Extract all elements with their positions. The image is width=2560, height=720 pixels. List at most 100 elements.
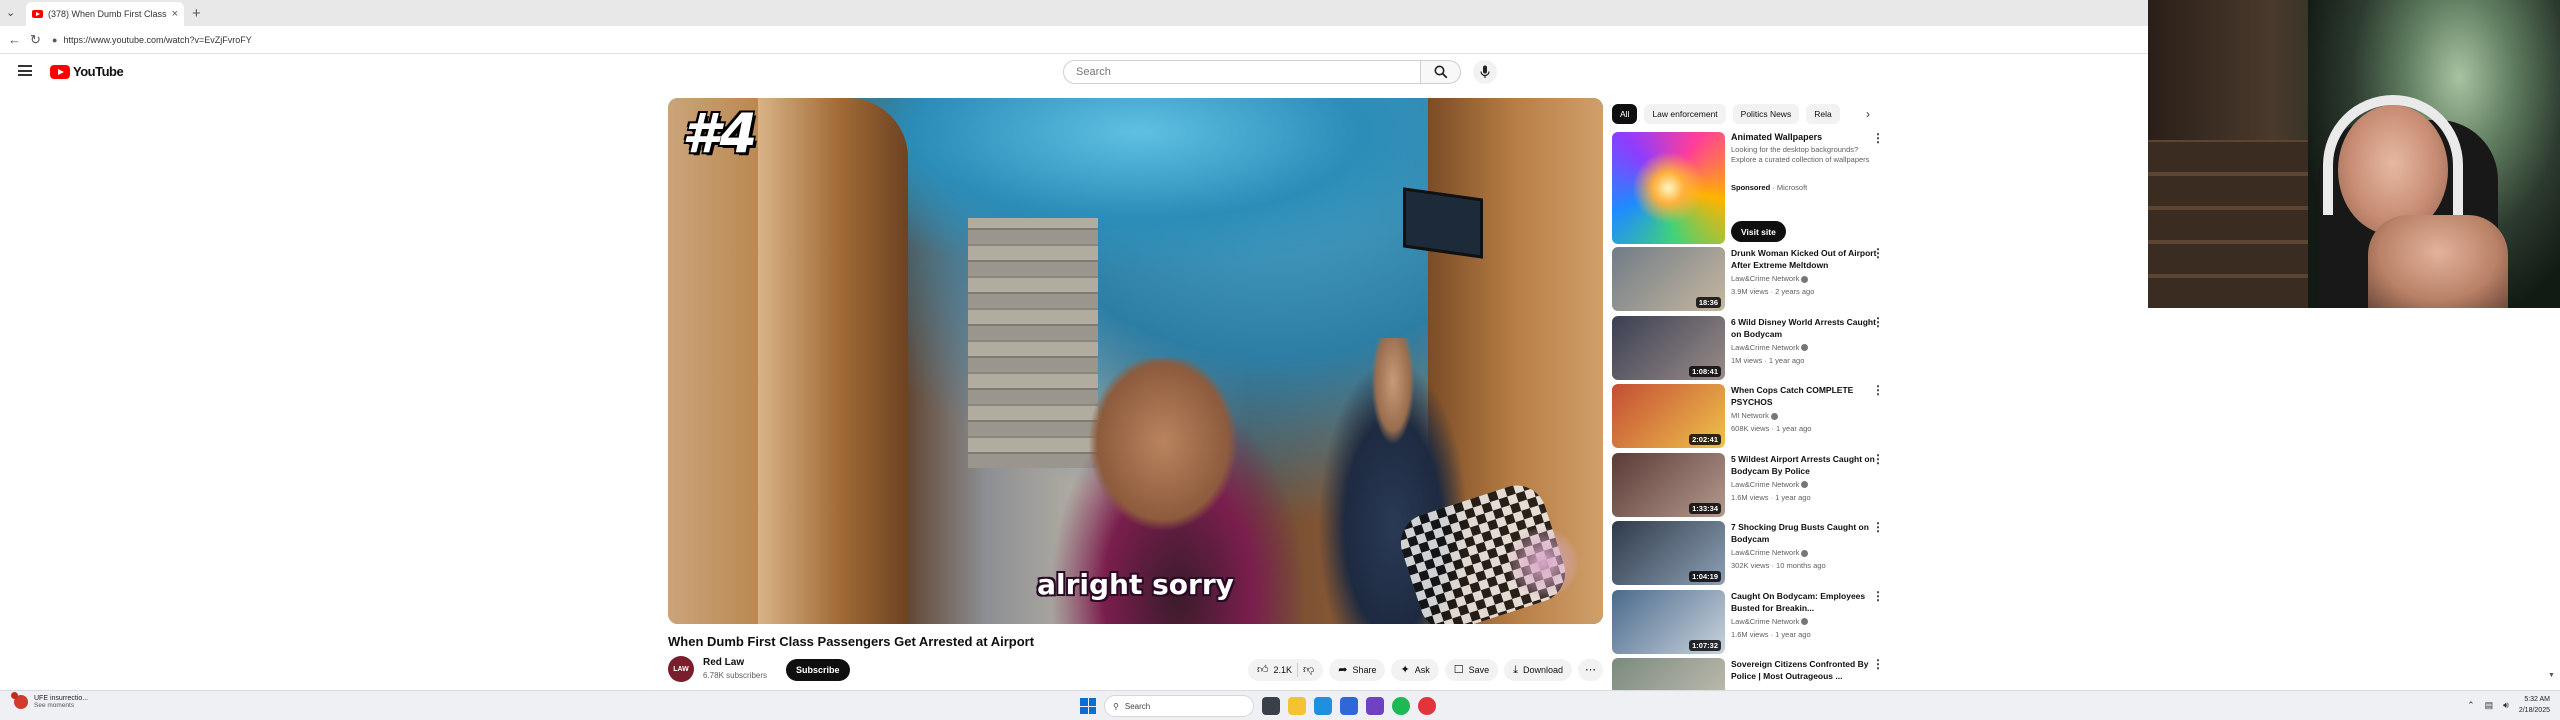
- thumbs-up-icon[interactable]: 👍︎: [1257, 664, 1269, 676]
- reload-icon[interactable]: ↻: [30, 32, 41, 48]
- recommended-video[interactable]: 1:33:34 5 Wildest Airport Arrests Caught …: [1612, 452, 1892, 517]
- url-field[interactable]: ● https://www.youtube.com/watch?v=EvZjFv…: [52, 31, 1452, 49]
- channel-text: Law&Crime Network: [1731, 548, 1800, 557]
- taskbar-apps: ⚲ Search: [1080, 695, 1436, 717]
- more-options-icon[interactable]: ⋮: [1872, 453, 1884, 465]
- chip-all[interactable]: All: [1612, 104, 1638, 124]
- windows-start-icon[interactable]: [1080, 698, 1096, 714]
- search-button[interactable]: [1421, 60, 1461, 84]
- video-thumbnail[interactable]: 1:33:34: [1612, 452, 1725, 517]
- more-options-icon[interactable]: ⋮: [1872, 658, 1884, 670]
- tray-overflow-chevron-icon[interactable]: ⌃: [2467, 700, 2475, 711]
- recommended-video[interactable]: 18:36 Drunk Woman Kicked Out of Airport A…: [1612, 247, 1892, 311]
- thumbs-down-icon[interactable]: 👎︎: [1303, 664, 1314, 676]
- channel-name[interactable]: Red Law: [703, 657, 744, 668]
- more-options-icon[interactable]: ⋮: [1872, 521, 1884, 533]
- weather-widget[interactable]: UFE insurrectio... See moments: [11, 692, 89, 709]
- video-player[interactable]: #4 alright sorry: [668, 98, 1603, 624]
- video-duration: 1:08:41: [1689, 365, 1721, 377]
- site-info-icon[interactable]: ●: [52, 35, 57, 45]
- share-label: Share: [1352, 665, 1377, 675]
- subscriber-count: 6.78K subscribers: [703, 671, 768, 680]
- taskbar-search[interactable]: ⚲ Search: [1104, 695, 1254, 717]
- recommended-video[interactable]: 1:08:41 6 Wild Disney World Arrests Caugh…: [1612, 315, 1892, 380]
- widget-subline: See moments: [34, 702, 75, 709]
- app-icon-purple[interactable]: [1366, 697, 1384, 715]
- more-options-icon[interactable]: ⋮: [1872, 590, 1884, 602]
- close-tab-icon[interactable]: ×: [172, 8, 178, 20]
- network-icon[interactable]: ▤: [2485, 700, 2494, 711]
- tab-list-chevron-icon[interactable]: ⌄: [6, 6, 20, 20]
- browser-tab-active[interactable]: (378) When Dumb First Class ×: [26, 2, 184, 26]
- more-actions-button[interactable]: ⋯: [1578, 659, 1603, 681]
- chip-related[interactable]: Rela: [1806, 104, 1840, 124]
- recommended-video-title[interactable]: Caught On Bodycam: Employees Busted for …: [1731, 590, 1881, 614]
- visit-site-button[interactable]: Visit site: [1731, 221, 1786, 242]
- clock-time: 5:32 AM: [2524, 696, 2550, 703]
- more-options-icon[interactable]: ⋮: [1872, 247, 1884, 259]
- app-icon-red[interactable]: [1418, 697, 1436, 715]
- ask-button[interactable]: ✦ Ask: [1391, 659, 1439, 681]
- save-button[interactable]: ☐ Save: [1444, 659, 1499, 681]
- recommended-video-title[interactable]: 5 Wildest Airport Arrests Caught on Body…: [1731, 453, 1881, 477]
- recommended-video[interactable]: 1:07:32 Caught On Bodycam: Employees Bust…: [1612, 589, 1892, 654]
- ad-sponsor-name: Microsoft: [1776, 183, 1808, 192]
- recommended-video-title[interactable]: Drunk Woman Kicked Out of Airport After …: [1731, 247, 1881, 271]
- ad-thumbnail[interactable]: [1612, 132, 1725, 244]
- ad-more-options-icon[interactable]: ⋮: [1872, 132, 1884, 144]
- task-view-icon[interactable]: [1262, 697, 1280, 715]
- widget-headline: UFE insurrectio...: [34, 695, 89, 702]
- video-thumbnail[interactable]: 1:07:32: [1612, 589, 1725, 654]
- recommended-video-title[interactable]: 7 Shocking Drug Busts Caught on Bodycam: [1731, 521, 1881, 545]
- back-arrow-icon[interactable]: ←: [8, 32, 21, 47]
- video-thumbnail[interactable]: 1:04:19: [1612, 521, 1725, 585]
- video-thumbnail[interactable]: 18:36: [1612, 247, 1725, 311]
- video-duration: 1:07:32: [1689, 639, 1721, 651]
- recommended-video-title[interactable]: Sovereign Citizens Confronted By Police …: [1731, 658, 1881, 682]
- ad-title[interactable]: Animated Wallpapers: [1731, 132, 1822, 142]
- recommended-video[interactable]: 2:02:41 When Cops Catch COMPLETE PSYCHOS M…: [1612, 384, 1892, 448]
- voice-search-button[interactable]: [1473, 60, 1497, 84]
- recommended-video-title[interactable]: When Cops Catch COMPLETE PSYCHOS: [1731, 384, 1881, 408]
- share-button[interactable]: ➦ Share: [1329, 659, 1386, 681]
- ad-sponsor-line: Sponsored · Microsoft: [1731, 183, 1808, 192]
- windows-taskbar: UFE insurrectio... See moments ⚲ Search …: [0, 690, 2560, 720]
- channel-text: Law&Crime Network: [1731, 274, 1800, 283]
- new-tab-icon[interactable]: +: [192, 5, 201, 22]
- hamburger-menu-icon[interactable]: [18, 65, 32, 76]
- volume-icon[interactable]: 🔊︎: [2503, 700, 2509, 711]
- youtube-favicon-icon: [32, 10, 43, 18]
- search-input[interactable]: [1063, 60, 1421, 84]
- video-thumbnail[interactable]: 1:08:41: [1612, 315, 1725, 380]
- store-icon[interactable]: [1340, 697, 1358, 715]
- url-text: https://www.youtube.com/watch?v=EvZjFvro…: [63, 35, 252, 45]
- sponsored-ad[interactable]: Animated Wallpapers Looking for the desk…: [1612, 132, 1892, 244]
- download-button[interactable]: ⤓ Download: [1504, 659, 1572, 681]
- channel-avatar[interactable]: LAW: [668, 656, 694, 682]
- video-duration: 2:02:41: [1689, 434, 1721, 445]
- ask-label: Ask: [1414, 665, 1430, 675]
- ad-description: Looking for the desktop backgrounds? Exp…: [1731, 145, 1870, 164]
- subscribe-button[interactable]: Subscribe: [786, 659, 850, 681]
- chip-scroll-right-icon[interactable]: ›: [1858, 104, 1878, 124]
- video-caption: alright sorry: [1037, 568, 1234, 601]
- spotify-icon[interactable]: [1392, 697, 1410, 715]
- chip-law-enforcement[interactable]: Law enforcement: [1644, 104, 1726, 124]
- like-count[interactable]: 2.1K: [1274, 665, 1293, 675]
- more-options-icon[interactable]: ⋮: [1872, 316, 1884, 328]
- video-thumbnail[interactable]: 2:02:41: [1612, 384, 1725, 448]
- recommended-video-channel: Law&Crime Network: [1731, 480, 1809, 489]
- more-options-icon[interactable]: ⋮: [1872, 384, 1884, 396]
- recommended-video[interactable]: 1:04:19 7 Shocking Drug Busts Caught on B…: [1612, 521, 1892, 585]
- recommended-video-title[interactable]: 6 Wild Disney World Arrests Caught on Bo…: [1731, 316, 1881, 340]
- edge-browser-icon[interactable]: [1314, 697, 1332, 715]
- system-clock[interactable]: 5:32 AM 2/18/2025: [2519, 694, 2550, 716]
- youtube-logo[interactable]: YouTube: [50, 64, 124, 79]
- browser-tab-strip: ⌄ (378) When Dumb First Class × +: [0, 0, 2148, 26]
- taskbar-search-label: Search: [1124, 701, 1151, 711]
- clock-date: 2/18/2025: [2518, 707, 2550, 714]
- file-explorer-icon[interactable]: [1288, 697, 1306, 715]
- video-actions: 👍︎ 2.1K 👎︎ ➦ Share ✦ Ask ☐ Save ⤓ Downlo…: [1248, 659, 1603, 681]
- scroll-down-icon[interactable]: ▼: [2548, 672, 2555, 679]
- chip-politics-news[interactable]: Politics News: [1732, 104, 1800, 124]
